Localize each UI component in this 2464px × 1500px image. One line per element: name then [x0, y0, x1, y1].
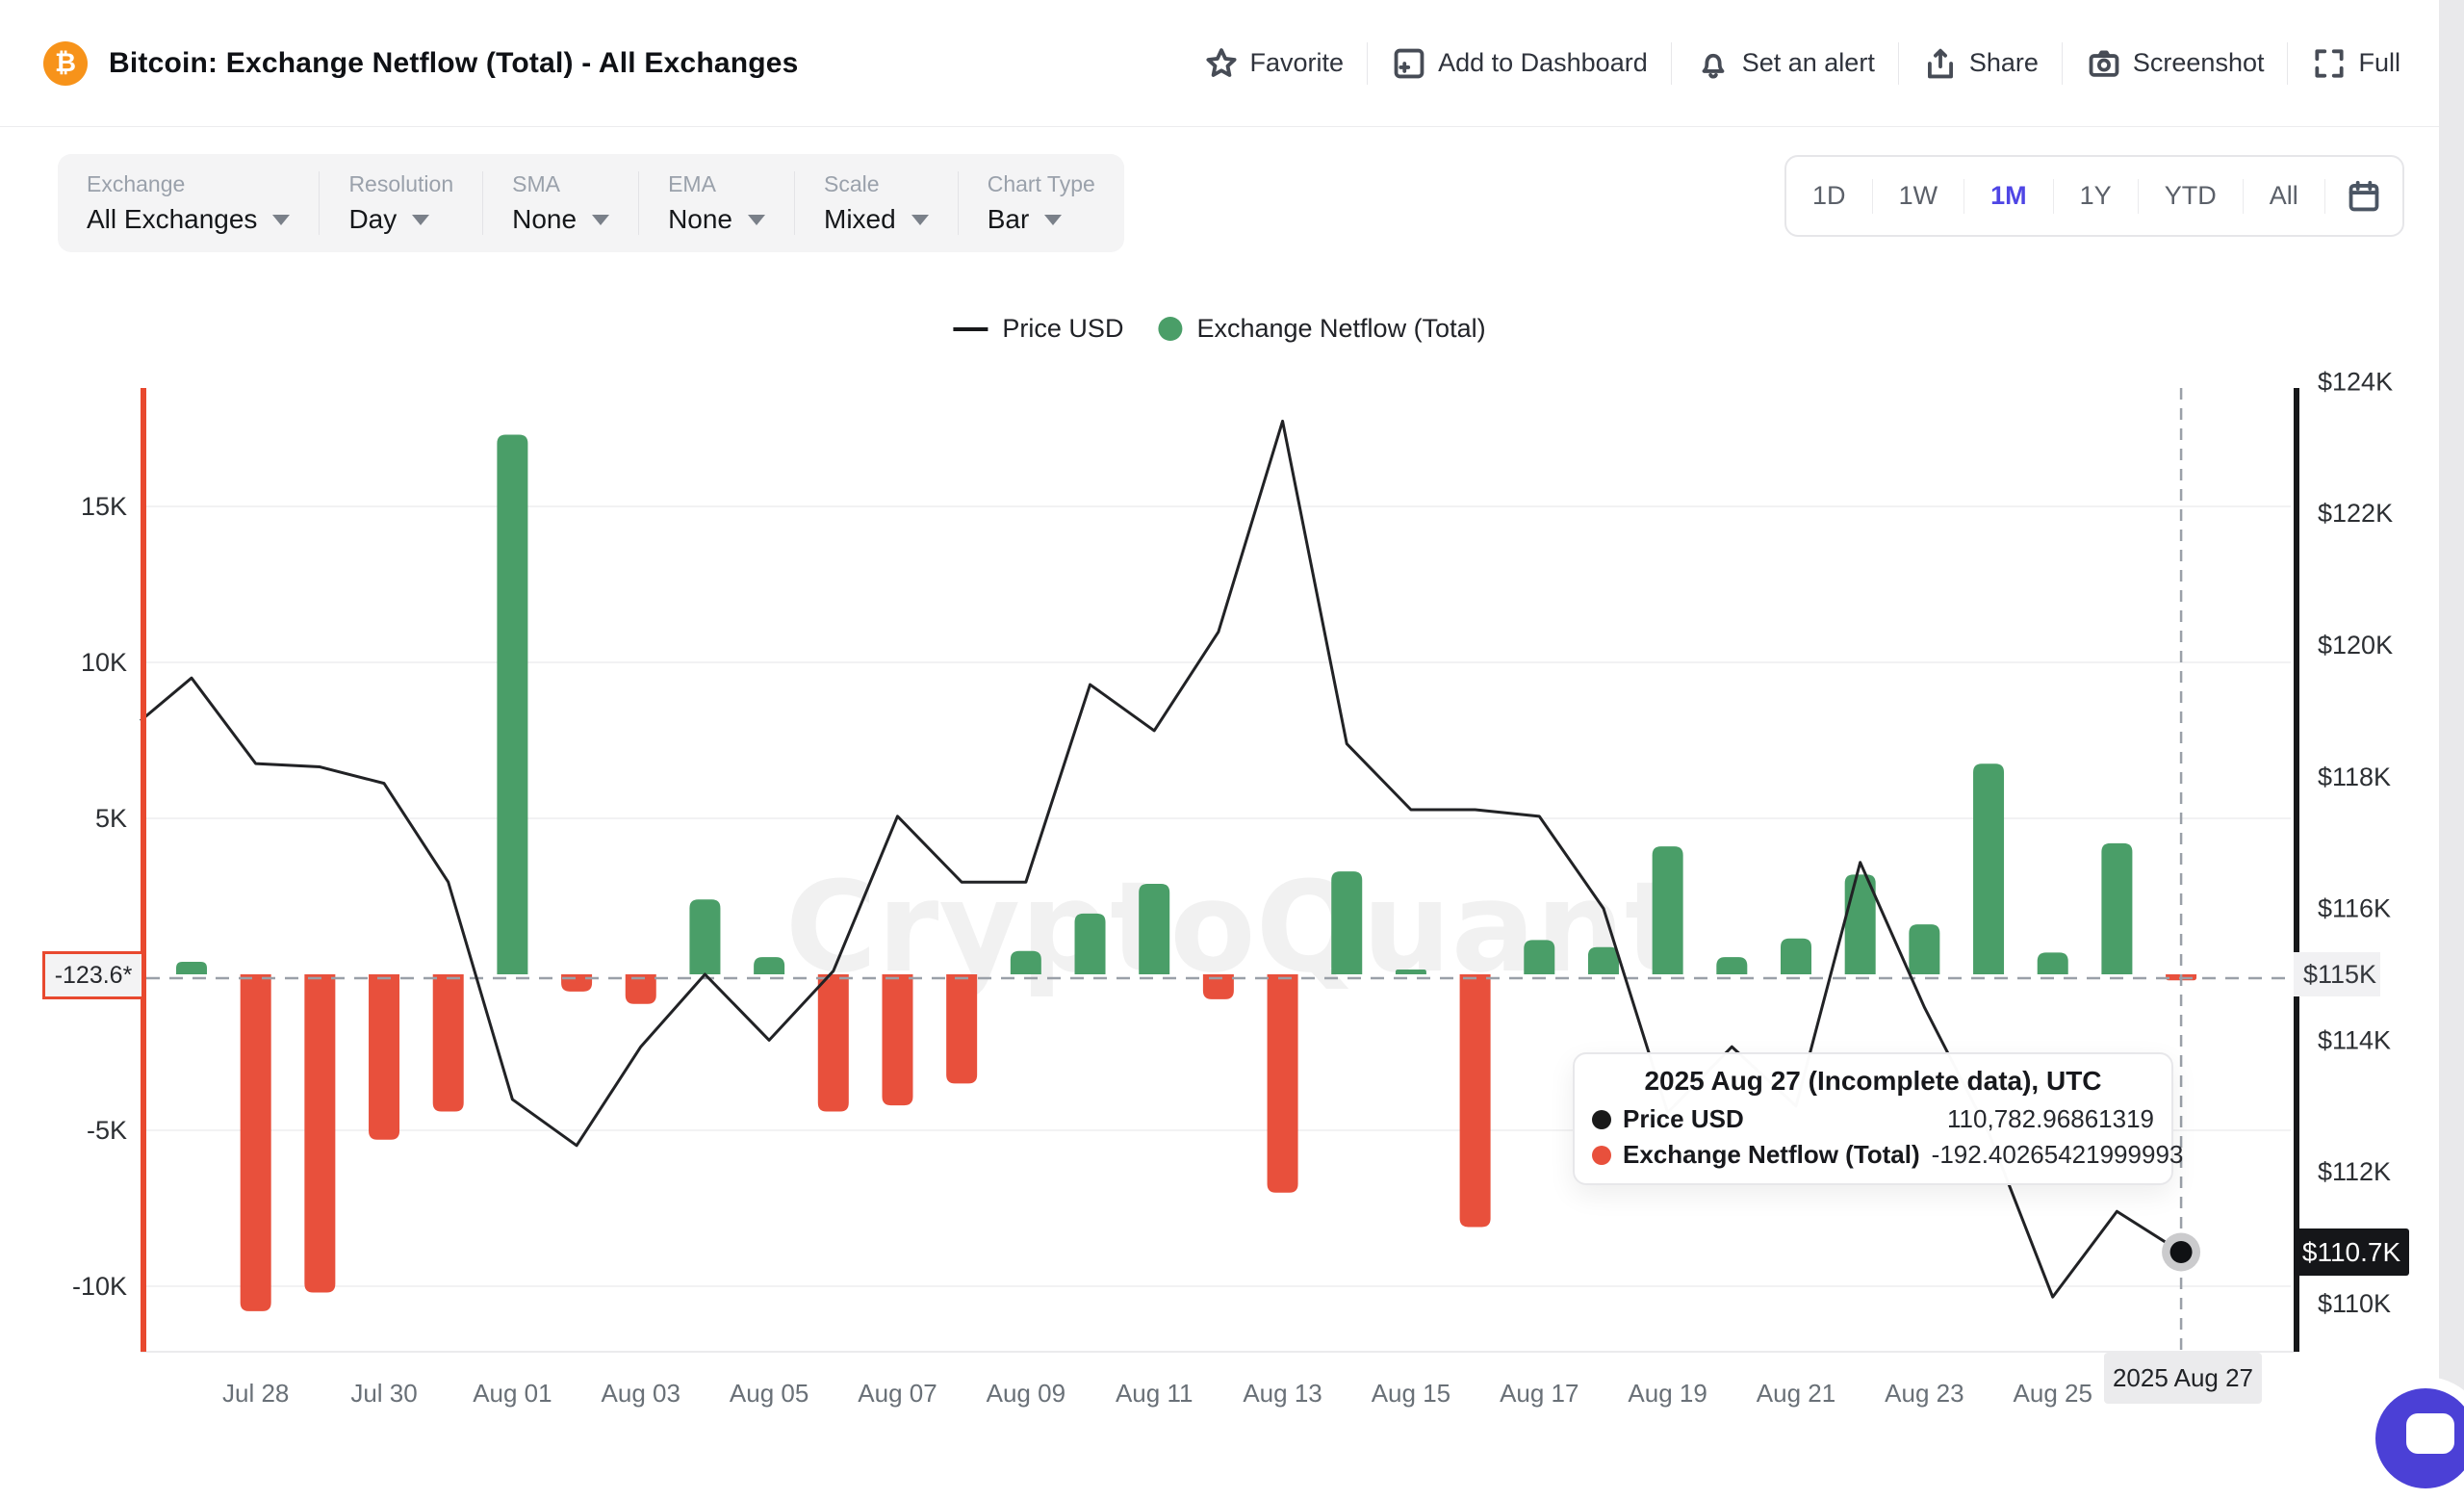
netflow-bar[interactable]	[561, 974, 592, 992]
x-axis-tick: Aug 25	[2014, 1379, 2092, 1408]
netflow-bar[interactable]	[754, 957, 784, 974]
netflow-bar[interactable]	[1331, 871, 1362, 974]
left-axis-tick: 5K	[95, 804, 127, 833]
x-axis-tick: Aug 13	[1243, 1379, 1322, 1408]
tooltip-row-price: Price USD 110,782.96861319	[1592, 1104, 2154, 1134]
tooltip-label: Price USD	[1623, 1104, 1744, 1134]
crosshair-marker-dot	[2170, 1241, 2193, 1263]
netflow-bar[interactable]	[1716, 957, 1747, 974]
right-axis-tick: $120K	[2318, 631, 2393, 659]
page-scrollbar-track[interactable]	[2439, 0, 2464, 1421]
left-axis-tick: -10K	[72, 1272, 127, 1301]
netflow-bar[interactable]	[2101, 843, 2132, 974]
chat-icon	[2406, 1413, 2454, 1454]
netflow-bar[interactable]	[1460, 974, 1491, 1227]
x-axis-tick: Aug 09	[987, 1379, 1065, 1408]
x-axis-tick: Aug 17	[1500, 1379, 1578, 1408]
right-axis-tick: $116K	[2318, 894, 2391, 923]
right-axis-tick: $124K	[2318, 367, 2393, 396]
tooltip-label: Exchange Netflow (Total)	[1623, 1140, 1920, 1170]
netflow-bar[interactable]	[1075, 914, 1106, 974]
netflow-bar[interactable]	[433, 974, 464, 1112]
chart-tooltip: 2025 Aug 27 (Incomplete data), UTC Price…	[1573, 1052, 2173, 1185]
netflow-price-chart[interactable]: 15K 10K 5K -5K -10K $124K $122K $120K $118K $116K…	[0, 0, 2464, 1421]
tooltip-row-netflow: Exchange Netflow (Total) -192.4026542199…	[1592, 1140, 2154, 1170]
netflow-bar[interactable]	[241, 974, 271, 1311]
x-axis-tick: Aug 01	[473, 1379, 552, 1408]
left-axis-tick: 10K	[81, 648, 127, 677]
netflow-bar[interactable]	[1524, 940, 1554, 974]
netflow-dot-icon	[1592, 1146, 1611, 1165]
tooltip-value: 110,782.96861319	[1947, 1104, 2154, 1134]
netflow-current-value-tag: -123.6*	[42, 951, 144, 999]
netflow-bar[interactable]	[1011, 951, 1041, 974]
left-axis-tick: 15K	[81, 492, 127, 521]
netflow-bar[interactable]	[1396, 970, 1426, 974]
x-axis-tick: Aug 21	[1757, 1379, 1835, 1408]
netflow-bar[interactable]	[176, 962, 207, 974]
right-axis-tick: $118K	[2318, 763, 2391, 791]
netflow-bar[interactable]	[818, 974, 849, 1112]
right-axis-tick: $112K	[2318, 1157, 2391, 1186]
price-at-netflow-line-tag: $115K	[2294, 952, 2380, 996]
netflow-bar[interactable]	[1268, 974, 1298, 1193]
tooltip-title: 2025 Aug 27 (Incomplete data), UTC	[1592, 1066, 2154, 1097]
x-axis-tick: Aug 05	[730, 1379, 808, 1408]
netflow-bar[interactable]	[2038, 952, 2068, 974]
netflow-bar[interactable]	[1653, 846, 1683, 974]
right-axis-tick: $122K	[2318, 499, 2393, 528]
crosshair-date-tag: 2025 Aug 27	[2104, 1353, 2262, 1404]
netflow-bar[interactable]	[369, 974, 399, 1140]
x-axis-tick: Aug 07	[858, 1379, 937, 1408]
right-axis-tick: $110K	[2318, 1289, 2391, 1318]
netflow-bar[interactable]	[882, 974, 912, 1105]
netflow-bar[interactable]	[946, 974, 977, 1083]
x-axis-tick: Aug 03	[602, 1379, 680, 1408]
netflow-bar[interactable]	[497, 434, 527, 974]
netflow-bar[interactable]	[1139, 884, 1169, 974]
x-axis-tick: Aug 19	[1628, 1379, 1707, 1408]
price-current-value-tag: $110.7K	[2294, 1228, 2409, 1276]
x-axis-tick: Jul 30	[350, 1379, 417, 1408]
left-axis-spine	[141, 388, 146, 1352]
x-axis-tick: Aug 15	[1372, 1379, 1450, 1408]
tooltip-value: -192.40265421999993	[1932, 1140, 2184, 1170]
netflow-bar[interactable]	[1973, 763, 2004, 974]
right-axis-spine	[2294, 388, 2299, 1352]
price-dot-icon	[1592, 1110, 1611, 1129]
left-axis-tick: -5K	[87, 1116, 127, 1145]
netflow-bar[interactable]	[689, 899, 720, 974]
x-axis-tick: Jul 28	[222, 1379, 289, 1408]
netflow-bar[interactable]	[1909, 924, 1939, 974]
netflow-bar[interactable]	[1588, 947, 1619, 974]
x-axis-tick: Aug 11	[1116, 1379, 1193, 1408]
netflow-bar[interactable]	[1781, 939, 1811, 974]
netflow-bar[interactable]	[304, 974, 335, 1292]
right-axis-tick: $114K	[2318, 1025, 2391, 1054]
x-axis-tick: Aug 23	[1885, 1379, 1964, 1408]
